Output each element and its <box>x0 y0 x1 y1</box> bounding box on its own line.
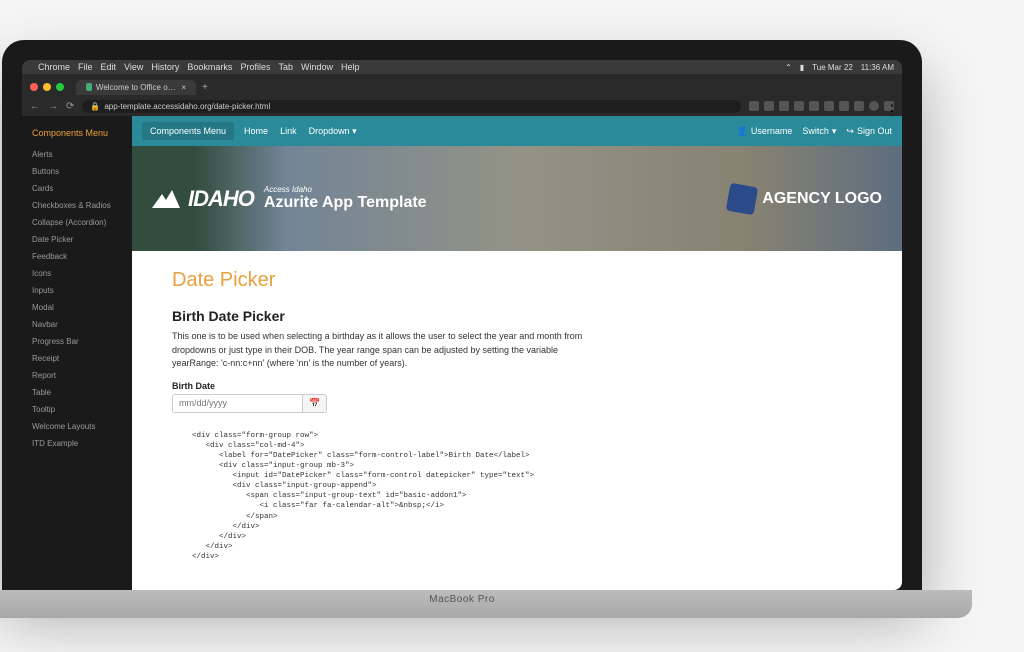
sidebar-item-itd[interactable]: ITD Example <box>22 435 132 452</box>
browser-toolbar: ← → ⟳ 🔒 app-template.accessidaho.org/dat… <box>22 96 902 116</box>
new-tab-button[interactable]: + <box>202 82 208 93</box>
extension-icon[interactable] <box>794 101 804 111</box>
sidebar-item-receipt[interactable]: Receipt <box>22 350 132 367</box>
forward-button[interactable]: → <box>48 101 58 112</box>
reload-button[interactable]: ⟳ <box>66 101 74 112</box>
battery-icon[interactable]: ▮ <box>800 63 804 72</box>
browser-tab[interactable]: Welcome to Office of the Gov... × <box>76 80 196 95</box>
address-bar[interactable]: 🔒 app-template.accessidaho.org/date-pick… <box>82 100 741 113</box>
wifi-icon[interactable]: ⌃ <box>785 63 792 72</box>
sidebar-item-welcome[interactable]: Welcome Layouts <box>22 418 132 435</box>
sidebar-item-collapse[interactable]: Collapse (Accordion) <box>22 214 132 231</box>
menubar-item[interactable]: Profiles <box>240 62 270 72</box>
profile-avatar-icon[interactable] <box>869 101 879 111</box>
menubar-item[interactable]: View <box>124 62 143 72</box>
code-sample: <div class="form-group row"> <div class=… <box>192 431 862 563</box>
chevron-down-icon: ▾ <box>352 126 357 136</box>
window-close-icon[interactable] <box>30 83 38 91</box>
time-text[interactable]: 11:36 AM <box>861 63 894 72</box>
section-title: Birth Date Picker <box>172 308 862 324</box>
tab-title: Welcome to Office of the Gov... <box>96 83 177 92</box>
sign-out-icon: ↪ <box>846 126 854 137</box>
extension-icon[interactable] <box>839 101 849 111</box>
hero-banner: IDAHO Access Idaho Azurite App Template … <box>132 146 902 251</box>
agency-seal-icon <box>726 182 758 214</box>
sidebar-title: Components Menu <box>22 124 132 146</box>
sidebar-item-buttons[interactable]: Buttons <box>22 163 132 180</box>
extension-icon[interactable] <box>854 101 864 111</box>
components-menu-button[interactable]: Components Menu <box>142 122 234 140</box>
laptop-label: MacBook Pro <box>0 590 972 605</box>
sidebar-item-icons[interactable]: Icons <box>22 265 132 282</box>
calendar-addon[interactable]: 📅 <box>303 394 327 413</box>
menubar-item[interactable]: Window <box>301 62 333 72</box>
nav-link-dropdown[interactable]: Dropdown ▾ <box>309 126 357 137</box>
calendar-icon: 📅 <box>309 398 320 409</box>
idaho-logo-text: IDAHO <box>188 186 254 212</box>
sidebar-item-feedback[interactable]: Feedback <box>22 248 132 265</box>
idaho-mountain-icon <box>152 190 180 208</box>
nav-link-home[interactable]: Home <box>244 126 268 137</box>
hero-title: Azurite App Template <box>264 194 427 212</box>
sidebar-item-cards[interactable]: Cards <box>22 180 132 197</box>
mac-menubar: Chrome File Edit View History Bookmarks … <box>22 60 902 74</box>
sidebar-item-inputs[interactable]: Inputs <box>22 282 132 299</box>
page-content: Date Picker Birth Date Picker This one i… <box>132 251 902 590</box>
back-button[interactable]: ← <box>30 101 40 112</box>
hero-subtitle: Access Idaho <box>264 185 427 194</box>
sidebar-item-report[interactable]: Report <box>22 367 132 384</box>
extension-icon[interactable] <box>764 101 774 111</box>
sidebar-item-progress[interactable]: Progress Bar <box>22 333 132 350</box>
nav-link-link[interactable]: Link <box>280 126 297 137</box>
extension-icon[interactable] <box>779 101 789 111</box>
sidebar-item-checkboxes[interactable]: Checkboxes & Radios <box>22 197 132 214</box>
sidebar-item-table[interactable]: Table <box>22 384 132 401</box>
url-text: app-template.accessidaho.org/date-picker… <box>104 102 270 111</box>
sidebar-item-alerts[interactable]: Alerts <box>22 146 132 163</box>
menubar-item[interactable]: File <box>78 62 93 72</box>
sidebar-item-modal[interactable]: Modal <box>22 299 132 316</box>
top-navbar: Components Menu Home Link Dropdown ▾ 👤Us… <box>132 116 902 146</box>
birth-date-input[interactable] <box>172 394 303 413</box>
menubar-item[interactable]: Tab <box>278 62 293 72</box>
user-icon: 👤 <box>737 126 748 137</box>
username-link[interactable]: 👤Username <box>737 126 793 137</box>
date-text[interactable]: Tue Mar 22 <box>812 63 853 72</box>
birth-date-label: Birth Date <box>172 381 862 391</box>
extension-icon[interactable] <box>809 101 819 111</box>
menubar-item[interactable]: History <box>151 62 179 72</box>
extension-icon[interactable] <box>749 101 759 111</box>
chrome-tab-strip: Welcome to Office of the Gov... × + <box>22 74 902 96</box>
menubar-app[interactable]: Chrome <box>38 62 70 72</box>
sidebar-item-navbar[interactable]: Navbar <box>22 316 132 333</box>
window-maximize-icon[interactable] <box>56 83 64 91</box>
agency-logo: AGENCY LOGO <box>728 185 882 213</box>
tab-close-icon[interactable]: × <box>181 83 186 92</box>
kebab-menu-icon[interactable]: ⋮ <box>884 101 894 111</box>
extension-icon[interactable] <box>824 101 834 111</box>
page-title: Date Picker <box>172 269 862 292</box>
tab-favicon-icon <box>86 83 92 91</box>
section-description: This one is to be used when selecting a … <box>172 330 592 371</box>
sidebar-item-date-picker[interactable]: Date Picker <box>22 231 132 248</box>
switch-dropdown[interactable]: Switch ▾ <box>802 126 836 137</box>
menubar-item[interactable]: Edit <box>101 62 117 72</box>
lock-icon: 🔒 <box>90 102 100 111</box>
window-minimize-icon[interactable] <box>43 83 51 91</box>
sign-out-link[interactable]: ↪Sign Out <box>846 126 892 137</box>
menubar-item[interactable]: Help <box>341 62 360 72</box>
sidebar-item-tooltip[interactable]: Tooltip <box>22 401 132 418</box>
menubar-item[interactable]: Bookmarks <box>187 62 232 72</box>
chevron-down-icon: ▾ <box>832 126 837 137</box>
left-sidebar: Components Menu Alerts Buttons Cards Che… <box>22 116 132 590</box>
